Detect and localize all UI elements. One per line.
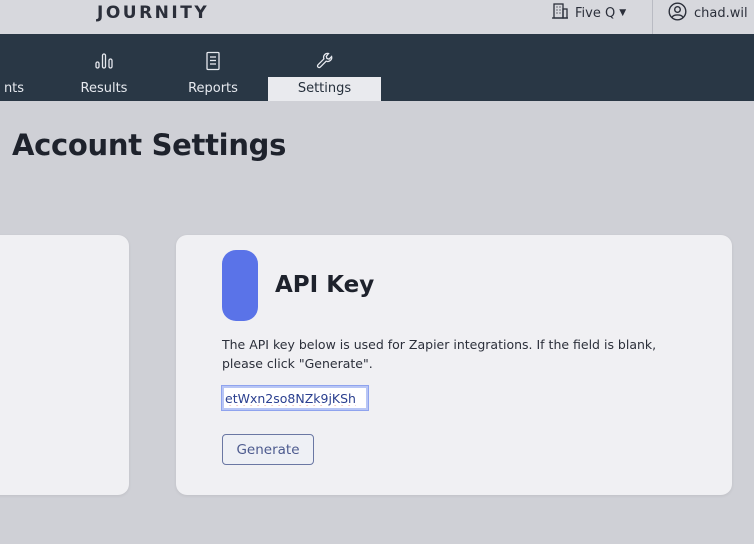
wrench-icon (268, 51, 381, 71)
tab-label: Settings (297, 81, 352, 96)
generate-button[interactable]: Generate (222, 434, 314, 465)
org-name: Five Q (575, 5, 616, 21)
tab-label: Results (80, 81, 128, 96)
page-title: Account Settings (12, 128, 287, 162)
main-nav: nts Results Reports Settings (0, 34, 754, 101)
api-key-description: The API key below is used for Zapier int… (222, 337, 657, 371)
building-icon (551, 2, 569, 24)
document-icon (176, 51, 250, 71)
settings-card-left (0, 235, 129, 495)
api-key-input[interactable] (221, 385, 369, 411)
tab-label: Reports (188, 81, 238, 96)
caret-down-icon: ▼ (619, 8, 627, 18)
header-divider (652, 0, 653, 34)
api-key-card: API Key The API key below is used for Za… (176, 235, 732, 495)
tab-results[interactable]: Results (68, 34, 140, 101)
top-header: JOURNITY Five Q ▼ chad.wil (0, 0, 754, 34)
bar-chart-icon (68, 51, 140, 69)
tab-reports[interactable]: Reports (176, 34, 250, 101)
tab-settings[interactable]: Settings (268, 52, 381, 101)
tab-partial[interactable]: nts (0, 34, 36, 101)
user-menu[interactable]: chad.wil (668, 1, 748, 25)
brand-logo[interactable]: JOURNITY (97, 2, 209, 24)
org-switcher[interactable]: Five Q ▼ (551, 2, 626, 24)
tab-label: nts (3, 81, 25, 96)
user-name: chad.wil (694, 5, 748, 21)
api-key-badge (222, 250, 258, 321)
user-circle-icon (668, 1, 687, 25)
api-key-title: API Key (275, 272, 375, 298)
